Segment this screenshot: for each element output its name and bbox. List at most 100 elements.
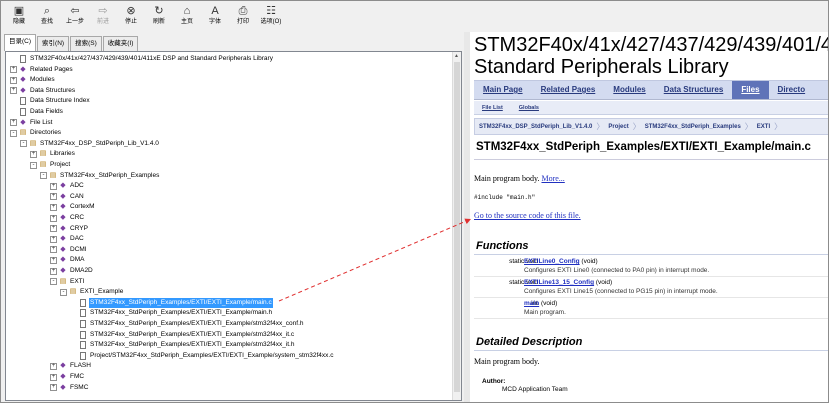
collapse-icon[interactable]: - bbox=[20, 140, 27, 148]
expand-icon[interactable]: + bbox=[50, 384, 57, 392]
tree-item[interactable]: STM32F4xx_StdPeriph_Examples/EXTI/EXTI_E… bbox=[70, 319, 305, 329]
breadcrumb-item[interactable]: STM32F4xx_DSP_StdPeriph_Lib_V1.4.0 bbox=[475, 124, 596, 130]
tree-item-label: CortexM bbox=[70, 203, 95, 211]
tree-item[interactable]: STM32F40x/41x/427/437/429/439/401/411xE … bbox=[10, 54, 274, 64]
breadcrumb-item[interactable]: STM32F4xx_StdPeriph_Examples bbox=[641, 124, 745, 130]
find-button[interactable]: ⌕ 查找 bbox=[35, 4, 59, 26]
expand-icon[interactable]: + bbox=[50, 193, 57, 201]
expand-icon[interactable]: + bbox=[10, 66, 17, 74]
tree-item[interactable]: + ◆ DAC bbox=[50, 234, 85, 244]
doc-nav-tabs: Main Page Related Pages Modules Data Struct… bbox=[474, 80, 828, 100]
expand-icon[interactable]: + bbox=[10, 87, 17, 95]
collapse-icon[interactable]: - bbox=[50, 278, 57, 286]
tree-scrollbar[interactable]: ▲ bbox=[452, 52, 461, 400]
print-button[interactable]: ⎙ 打印 bbox=[231, 4, 255, 26]
tree-item[interactable]: STM32F4xx_StdPeriph_Examples/EXTI/EXTI_E… bbox=[70, 308, 273, 318]
tree-item[interactable]: - ▤ Directories bbox=[10, 128, 62, 138]
expand-icon[interactable]: + bbox=[10, 76, 17, 84]
hide-button[interactable]: ▣ 隐藏 bbox=[7, 4, 31, 26]
doc-tab-0[interactable]: Main Page bbox=[474, 81, 532, 99]
collapse-icon[interactable]: - bbox=[40, 172, 47, 180]
source-code-link[interactable]: Go to the source code of this file. bbox=[474, 211, 581, 220]
tree-item[interactable]: - ▤ Project bbox=[30, 160, 71, 170]
doc-tab-3[interactable]: Data Structures bbox=[655, 81, 733, 99]
tree-item-label: CRYP bbox=[70, 224, 88, 232]
expand-icon[interactable]: + bbox=[50, 225, 57, 233]
tree-item[interactable]: - ▤ EXTI_Example bbox=[60, 287, 124, 297]
stop-button[interactable]: ⊗ 停止 bbox=[119, 4, 143, 26]
tree-item[interactable]: Data Structure Index bbox=[10, 96, 91, 106]
font-button[interactable]: A 字体 bbox=[203, 4, 227, 26]
expand-icon[interactable]: + bbox=[50, 235, 57, 243]
tree-item[interactable]: Project/STM32F4xx_StdPeriph_Examples/EXT… bbox=[70, 351, 334, 361]
expand-icon[interactable]: + bbox=[50, 362, 57, 370]
tree-item[interactable]: + ◆ Modules bbox=[10, 75, 56, 85]
refresh-button[interactable]: ↻ 刷新 bbox=[147, 4, 171, 26]
tree-item[interactable]: + ◆ ADC bbox=[50, 181, 85, 191]
expand-icon[interactable]: + bbox=[30, 150, 37, 158]
tree-item[interactable]: + ◆ File List bbox=[10, 118, 53, 128]
collapse-icon[interactable]: - bbox=[10, 129, 17, 137]
tab-1[interactable]: 索引(N) bbox=[37, 36, 70, 51]
doc-tab-2[interactable]: Modules bbox=[604, 81, 654, 99]
doc-tab-4[interactable]: Files bbox=[732, 81, 769, 99]
tree-item[interactable]: STM32F4xx_StdPeriph_Examples/EXTI/EXTI_E… bbox=[70, 340, 295, 350]
tree-item[interactable]: STM32F4xx_StdPeriph_Examples/EXTI/EXTI_E… bbox=[70, 330, 295, 340]
expand-icon[interactable]: + bbox=[50, 373, 57, 381]
function-signature: EXTILine0_Config (void) bbox=[524, 258, 598, 265]
tree-item[interactable]: + ◆ FLASH bbox=[50, 361, 92, 371]
expand-icon[interactable]: + bbox=[50, 203, 57, 211]
expand-icon[interactable]: + bbox=[50, 246, 57, 254]
scroll-up-icon[interactable]: ▲ bbox=[454, 53, 459, 59]
tab-3[interactable]: 收藏夹(I) bbox=[102, 36, 139, 51]
tree-item[interactable]: - ▤ STM32F4xx_StdPeriph_Examples bbox=[40, 171, 160, 181]
tab-2[interactable]: 搜索(S) bbox=[70, 36, 102, 51]
expand-icon[interactable]: + bbox=[50, 267, 57, 275]
doc-tab-5[interactable]: Directo bbox=[769, 81, 815, 99]
tree-item[interactable]: + ◆ DMA bbox=[50, 255, 85, 265]
breadcrumb-item[interactable]: Project bbox=[604, 124, 632, 130]
home-button[interactable]: ⌂ 主页 bbox=[175, 4, 199, 26]
tree-item[interactable]: + ◆ DCMI bbox=[50, 245, 88, 255]
doc-tab-1[interactable]: Related Pages bbox=[532, 81, 605, 99]
options-button[interactable]: ☷ 选项(O) bbox=[259, 4, 283, 26]
tree-item[interactable]: - ▤ EXTI bbox=[50, 277, 85, 287]
tree-item[interactable]: + ◆ Related Pages bbox=[10, 65, 74, 75]
tree-item[interactable]: + ◆ CRC bbox=[50, 213, 85, 223]
function-name-link[interactable]: EXTILine0_Config bbox=[524, 258, 580, 265]
tab-0[interactable]: 目录(C) bbox=[4, 34, 37, 51]
tree-item[interactable]: + ◆ FMC bbox=[50, 372, 85, 382]
scroll-thumb[interactable] bbox=[454, 62, 460, 392]
toolbar-label: 上一步 bbox=[65, 19, 84, 25]
collapse-icon[interactable]: - bbox=[30, 161, 37, 169]
tree-item[interactable]: + ◆ CortexM bbox=[50, 202, 96, 212]
book-icon: ◆ bbox=[20, 65, 26, 73]
function-name-link[interactable]: EXTILine13_15_Config bbox=[524, 279, 594, 286]
tree-item[interactable]: + ◆ CAN bbox=[50, 192, 85, 202]
doc-subtab-1[interactable]: Globals bbox=[511, 105, 547, 111]
function-row: static void EXTILine13_15_Config (void) Co… bbox=[474, 277, 828, 298]
tree-item[interactable]: + ▤ Libraries bbox=[30, 149, 76, 159]
breadcrumb-item[interactable]: EXTI bbox=[753, 124, 774, 130]
brief-description: Main program body. More... bbox=[474, 174, 565, 183]
tree-item[interactable]: + ◆ DMA2D bbox=[50, 266, 94, 276]
expand-icon[interactable]: + bbox=[50, 182, 57, 190]
expand-icon[interactable]: + bbox=[10, 119, 17, 127]
tree-item[interactable]: + ◆ Data Structures bbox=[10, 86, 76, 96]
tree-item[interactable]: Data Fields bbox=[10, 107, 64, 117]
tree-item-label: Libraries bbox=[50, 150, 75, 158]
expand-icon[interactable]: + bbox=[50, 214, 57, 222]
contents-tree[interactable]: STM32F40x/41x/427/437/429/439/401/411xE … bbox=[5, 51, 462, 401]
doc-subtab-0[interactable]: File List bbox=[474, 105, 511, 111]
function-name-link[interactable]: main bbox=[524, 300, 539, 307]
tree-item[interactable]: + ◆ FSMC bbox=[50, 383, 89, 393]
tree-item[interactable]: + ◆ CRYP bbox=[50, 224, 89, 234]
expand-icon[interactable]: + bbox=[50, 256, 57, 264]
collapse-icon[interactable]: - bbox=[60, 288, 67, 296]
back-arrow-button[interactable]: ⇦ 上一步 bbox=[63, 4, 87, 26]
tree-item-selected[interactable]: STM32F4xx_StdPeriph_Examples/EXTI/EXTI_E… bbox=[70, 297, 273, 308]
tree-item-label: STM32F4xx_DSP_StdPeriph_Lib_V1.4.0 bbox=[40, 139, 159, 147]
more-link[interactable]: More... bbox=[541, 174, 564, 183]
breadcrumb-separator-icon: 〉 bbox=[632, 122, 641, 131]
tree-item[interactable]: - ▤ STM32F4xx_DSP_StdPeriph_Lib_V1.4.0 bbox=[20, 139, 160, 149]
